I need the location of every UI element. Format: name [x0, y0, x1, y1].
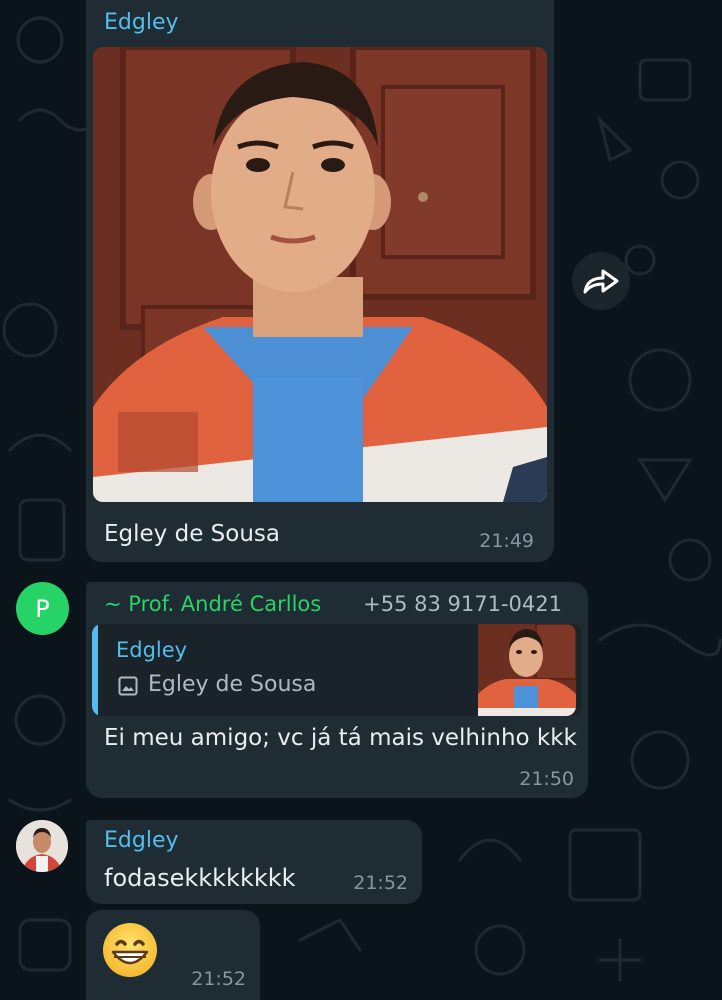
message-text: Ei meu amigo; vc já tá mais velhinho kkk [104, 725, 577, 751]
message-text: fodasekkkkkkkk [104, 864, 296, 892]
message-bubble-photo[interactable]: Edgley Egley de Sousa 21:49 [86, 0, 554, 562]
message-time: 21:49 [479, 530, 534, 552]
profile-photo [16, 820, 68, 872]
forward-arrow-icon [583, 269, 619, 294]
message-time: 21:52 [191, 968, 246, 990]
sender-name[interactable]: ~ Prof. André Carllos [104, 592, 321, 616]
avatar[interactable]: P [16, 582, 69, 635]
sender-phone: +55 83 9171-0421 [363, 592, 562, 616]
photo-attachment[interactable] [93, 47, 547, 502]
quoted-sender: Edgley [116, 638, 188, 662]
avatar-letter: P [35, 594, 50, 623]
quoted-text: Egley de Sousa [148, 672, 317, 697]
image-icon [118, 676, 138, 696]
forward-button[interactable] [572, 252, 630, 310]
sender-name[interactable]: Edgley [104, 10, 179, 35]
sender-name[interactable]: Edgley [104, 828, 179, 853]
message-time: 21:52 [353, 872, 408, 894]
grinning-face-icon [103, 923, 157, 977]
message-bubble-reply[interactable]: ~ Prof. André Carllos +55 83 9171-0421 E… [86, 582, 588, 798]
message-bubble-text[interactable]: Edgley fodasekkkkkkkk 21:52 [86, 820, 422, 904]
message-bubble-emoji[interactable]: 21:52 [86, 910, 260, 1000]
avatar[interactable] [16, 820, 68, 872]
quoted-message[interactable]: Edgley Egley de Sousa [92, 624, 582, 716]
selfie-thumbnail [478, 624, 576, 716]
message-time: 21:50 [519, 768, 574, 790]
photo-caption: Egley de Sousa [104, 521, 280, 547]
selfie-photo [93, 47, 547, 502]
quoted-photo-thumbnail [478, 624, 576, 716]
quote-accent-bar [92, 624, 98, 716]
